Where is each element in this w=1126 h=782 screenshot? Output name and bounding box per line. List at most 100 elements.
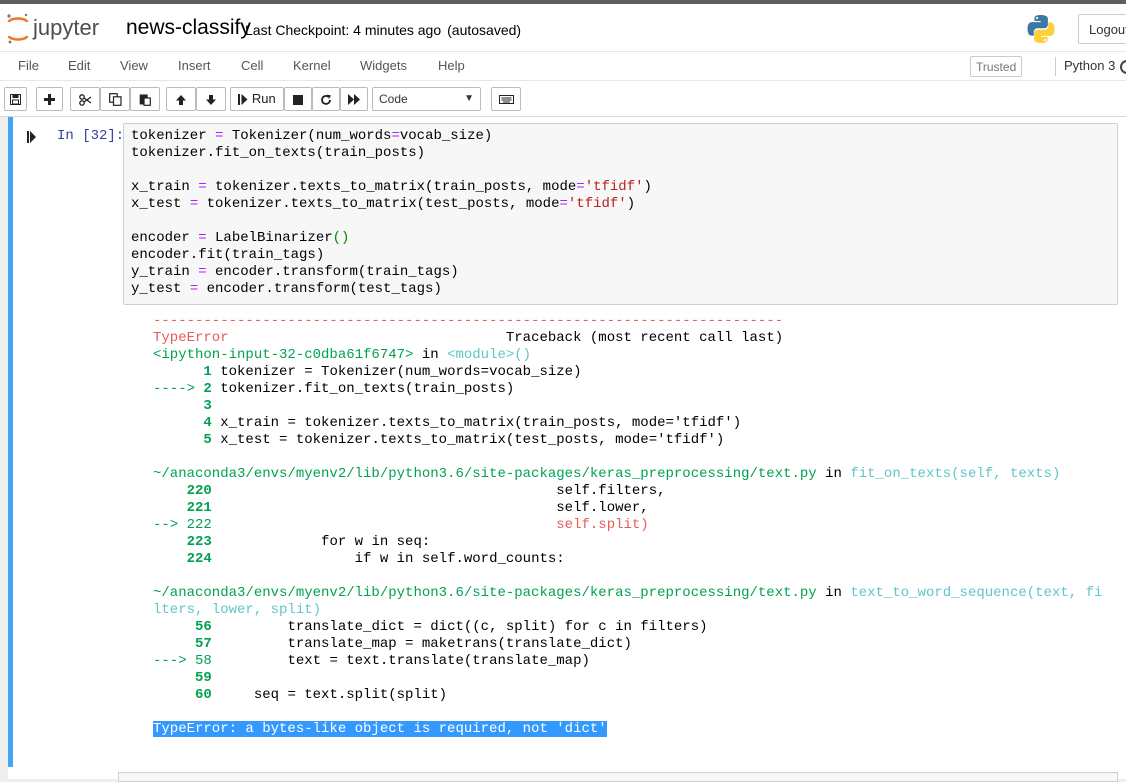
- frame3-line3-marker: --->: [153, 653, 196, 669]
- frame2-line3-code: self.split): [211, 517, 649, 533]
- frame1-line5-code: x_test = tokenizer.texts_to_matrix(test_…: [211, 432, 725, 448]
- cell-type-select[interactable]: Code ▼: [372, 87, 481, 111]
- frame3-line2-num: 57: [195, 636, 212, 652]
- restart-button[interactable]: [312, 87, 340, 111]
- frame2-line1-code: self.filters,: [211, 483, 666, 499]
- frame1-line3-marker: [153, 398, 203, 414]
- cut-button[interactable]: [70, 87, 100, 111]
- frame1-module: <module>(): [447, 347, 532, 363]
- menu-widgets[interactable]: Widgets: [360, 58, 407, 73]
- frame3-line4-num: 59: [195, 670, 212, 686]
- frame1-line1-marker: [153, 364, 203, 380]
- move-down-button[interactable]: [196, 87, 226, 111]
- frame2-path: ~/anaconda3/envs/myenv2/lib/python3.6/si…: [153, 466, 817, 482]
- notebook-header: jupyter news-classify Last Checkpoint: 4…: [0, 0, 1126, 51]
- notebook-name[interactable]: news-classify: [126, 16, 251, 40]
- frame1-line5-num: 5: [203, 432, 212, 448]
- frame1-line4-marker: [153, 415, 203, 431]
- frame1-in: in: [413, 347, 448, 363]
- arrow-up-icon: [176, 94, 186, 105]
- keyboard-icon: [498, 95, 514, 105]
- cut-icon: [78, 93, 91, 106]
- frame2-line3-marker: -->: [153, 517, 187, 533]
- menu-kernel[interactable]: Kernel: [293, 58, 331, 73]
- frame2-line4-num: 223: [186, 534, 212, 550]
- code-line-1: tokenizer = Tokenizer(num_words=vocab_si…: [131, 128, 493, 144]
- restart-icon: [321, 94, 331, 105]
- final-error-message[interactable]: TypeError: a bytes-like object is requir…: [153, 721, 607, 737]
- code-editor[interactable]: tokenizer = Tokenizer(num_words=vocab_si…: [123, 123, 1118, 305]
- menu-insert[interactable]: Insert: [178, 58, 211, 73]
- code-line-10: y_test = encoder.transform(test_tags): [131, 281, 442, 297]
- logout-button[interactable]: Logout: [1078, 14, 1126, 44]
- notebook-area: In [32]: tokenizer = Tokenizer(num_words…: [0, 117, 1126, 779]
- paste-button[interactable]: [130, 87, 160, 111]
- checkpoint-status: Last Checkpoint: 4 minutes ago (autosaved…: [245, 22, 521, 38]
- move-up-button[interactable]: [166, 87, 196, 111]
- run-button[interactable]: Run: [230, 87, 284, 111]
- menu-bar: File Edit View Insert Cell Kernel Widget…: [0, 51, 1126, 81]
- frame3-line2-marker: [153, 636, 195, 652]
- menu-help[interactable]: Help: [438, 58, 465, 73]
- copy-button[interactable]: [100, 87, 130, 111]
- frame3-line5-code: seq = text.split(split): [211, 687, 448, 703]
- error-output[interactable]: ----------------------------------------…: [153, 313, 1102, 738]
- caret-down-icon: ▼: [464, 93, 474, 104]
- code-line-4: x_train = tokenizer.texts_to_matrix(trai…: [131, 179, 652, 195]
- checkpoint-text: Last Checkpoint: 4 minutes ago: [245, 22, 442, 38]
- code-line-7: encoder = LabelBinarizer(): [131, 230, 350, 246]
- frame2-line2-code: self.lower,: [211, 500, 649, 516]
- save-icon: [10, 94, 21, 106]
- frame3-line1-marker: [153, 619, 195, 635]
- autosave-status: (autosaved): [447, 22, 522, 38]
- copy-icon: [108, 93, 122, 106]
- jupyter-logo[interactable]: jupyter: [6, 12, 116, 46]
- frame2-line4-marker: [153, 534, 187, 550]
- next-code-cell[interactable]: [118, 772, 1118, 782]
- code-cell-selected[interactable]: In [32]: tokenizer = Tokenizer(num_words…: [8, 117, 1126, 767]
- run-label: Run: [251, 91, 276, 106]
- code-content[interactable]: tokenizer = Tokenizer(num_words=vocab_si…: [131, 128, 652, 298]
- frame1-line4-code: x_train = tokenizer.texts_to_matrix(trai…: [211, 415, 742, 431]
- arrow-down-icon: [206, 94, 216, 105]
- frame2-line1-marker: [153, 483, 187, 499]
- toolbar: Run Code ▼: [0, 81, 1126, 117]
- code-line-9: y_train = encoder.transform(train_tags): [131, 264, 459, 280]
- svg-text:jupyter: jupyter: [32, 15, 99, 40]
- frame2-line5-marker: [153, 551, 187, 567]
- frame3-line5-num: 60: [195, 687, 212, 703]
- menu-file[interactable]: File: [18, 58, 39, 73]
- save-button[interactable]: [4, 87, 27, 111]
- kernel-divider: [1055, 57, 1056, 76]
- frame2-line5-code: if w in self.word_counts:: [211, 551, 565, 567]
- interrupt-button[interactable]: [284, 87, 312, 111]
- insert-cell-button[interactable]: [36, 87, 63, 111]
- traceback-separator: ----------------------------------------…: [153, 313, 784, 329]
- frame2-line3-num: 222: [186, 517, 212, 533]
- frame3-line1-num: 56: [195, 619, 212, 635]
- command-palette-button[interactable]: [491, 87, 521, 111]
- menu-view[interactable]: View: [120, 58, 148, 73]
- frame2-line1-num: 220: [186, 483, 212, 499]
- frame3-line3-code: text = text.translate(translate_map): [211, 653, 590, 669]
- python-logo-icon: [1026, 14, 1056, 44]
- frame2-line2-marker: [153, 500, 187, 516]
- frame3-line3-num: 58: [195, 653, 212, 669]
- frame2-line4-code: for w in seq:: [211, 534, 431, 550]
- kernel-name[interactable]: Python 3: [1064, 58, 1115, 73]
- frame1-line1-code: tokenizer = Tokenizer(num_words=vocab_si…: [211, 364, 582, 380]
- fast-forward-icon: [347, 94, 360, 106]
- menu-cell[interactable]: Cell: [241, 58, 263, 73]
- kernel-status-icon: [1120, 60, 1126, 74]
- notebook-page: In [32]: tokenizer = Tokenizer(num_words…: [8, 117, 1126, 779]
- frame2-line5-num: 224: [186, 551, 212, 567]
- code-line-5: x_test = tokenizer.texts_to_matrix(test_…: [131, 196, 636, 212]
- error-type: TypeError: [153, 330, 229, 346]
- frame1-line4-num: 4: [203, 415, 212, 431]
- frame3-line4-marker: [153, 670, 195, 686]
- code-line-8: encoder.fit(train_tags): [131, 247, 325, 263]
- trusted-indicator[interactable]: Trusted: [970, 56, 1023, 77]
- stop-icon: [293, 94, 303, 105]
- menu-edit[interactable]: Edit: [68, 58, 90, 73]
- restart-run-all-button[interactable]: [340, 87, 368, 111]
